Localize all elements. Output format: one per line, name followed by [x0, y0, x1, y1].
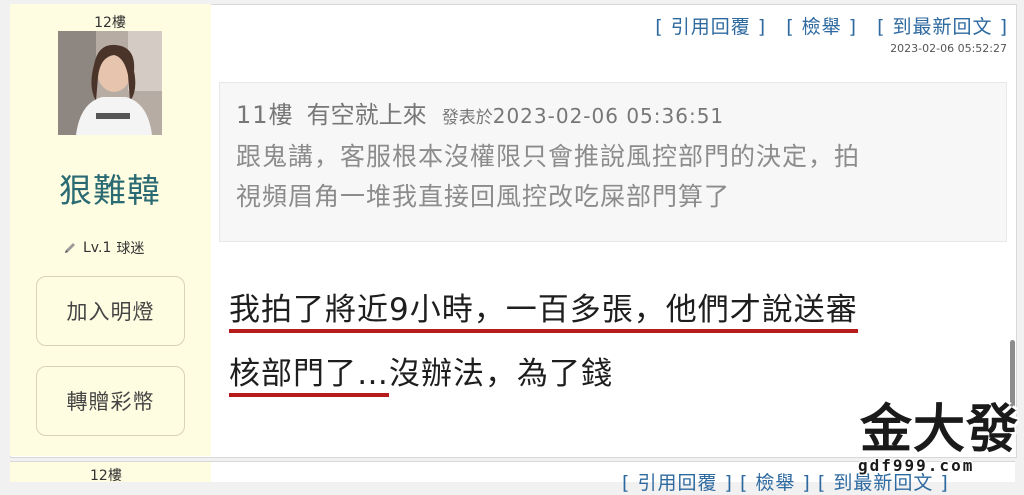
user-level: Lv.1 球迷	[62, 238, 144, 258]
post-actions: [ 引用回覆 ] [ 檢舉 ] [ 到最新回文 ]	[655, 12, 1008, 39]
quote-floor: 11樓	[236, 101, 294, 129]
quote-line: 視頻眉角一堆我直接回風控改吃屎部門算了	[236, 182, 731, 211]
quote-time: 2023-02-06 05:36:51	[492, 104, 725, 128]
username[interactable]: 狠難韓	[20, 164, 200, 212]
quote-reply-link[interactable]: [ 引用回覆 ]	[655, 12, 766, 39]
post-timestamp: 2023-02-06 05:52:27	[890, 42, 1007, 55]
rank-label: 球迷	[116, 241, 145, 257]
author-sidebar: 12樓 狠難韓 Lv.1 球迷 加入明燈 轉贈彩幣	[10, 4, 211, 456]
level-label: Lv.1	[83, 240, 112, 256]
watermark-url: gdf999.com	[858, 456, 975, 475]
reply-body: 我拍了將近9小時，一百多張，他們才說送審 核部門了…沒辦法，為了錢	[229, 278, 989, 406]
pencil-icon	[62, 240, 78, 256]
next-floor-number: 12樓	[90, 468, 122, 484]
watermark-logo: 金大發 gdf999.com	[852, 400, 1024, 477]
avatar[interactable]	[58, 31, 162, 135]
reply-line-highlighted: 我拍了將近9小時，一百多張，他們才說送審	[229, 292, 858, 333]
latest-reply-link[interactable]: [ 到最新回文 ]	[877, 12, 1008, 39]
add-light-button[interactable]: 加入明燈	[36, 276, 185, 346]
reply-line-highlighted: 核部門了…	[229, 356, 389, 397]
quote-posted-prefix: 發表於	[441, 108, 493, 128]
reply-line-rest: 沒辦法，為了錢	[389, 356, 613, 392]
report-link[interactable]: [ 檢舉 ]	[786, 12, 857, 39]
quoted-reply: 11樓 有空就上來 發表於2023-02-06 05:36:51 跟鬼講，客服根…	[219, 82, 1007, 242]
quote-body: 跟鬼講，客服根本沒權限只會推說風控部門的決定，拍 視頻眉角一堆我直接回風控改吃屎…	[236, 137, 996, 217]
quote-line: 跟鬼講，客服根本沒權限只會推說風控部門的決定，拍	[236, 142, 861, 171]
gift-coins-button[interactable]: 轉贈彩幣	[36, 366, 185, 436]
floor-number: 12樓	[94, 15, 126, 31]
watermark-title: 金大發	[860, 400, 1020, 460]
quote-user[interactable]: 有空就上來	[307, 101, 427, 129]
quote-header: 11樓 有空就上來 發表於2023-02-06 05:36:51	[236, 95, 724, 130]
